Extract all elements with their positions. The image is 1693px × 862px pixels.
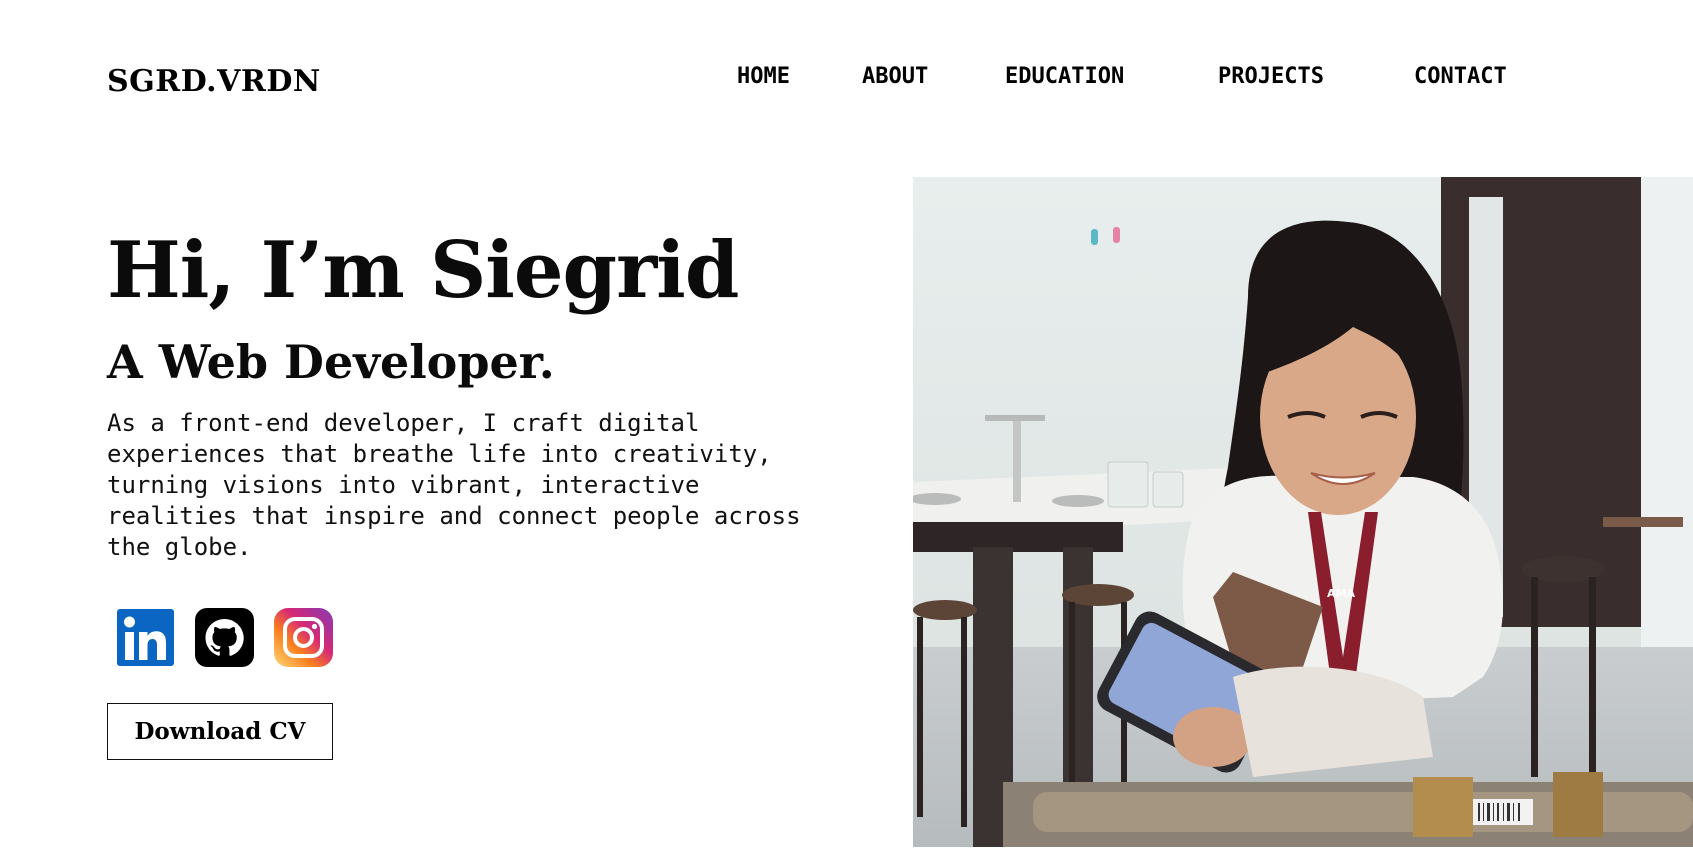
download-cv-button[interactable]: Download CV <box>107 703 333 760</box>
site-logo[interactable]: SGRD.VRDN <box>107 64 321 99</box>
nav-home-link[interactable]: HOME <box>737 64 790 89</box>
hero-title: Hi, I’m Siegrid <box>107 225 739 316</box>
social-links <box>115 607 334 668</box>
instagram-icon[interactable] <box>273 607 334 668</box>
lanyard-text: AMA <box>1327 587 1355 600</box>
hero-subtitle: A Web Developer. <box>107 335 555 389</box>
nav-about-link[interactable]: ABOUT <box>862 64 928 89</box>
github-icon[interactable] <box>194 607 255 668</box>
profile-photo: AMA <box>913 177 1693 847</box>
nav-contact-link[interactable]: CONTACT <box>1414 64 1507 89</box>
nav-education-link[interactable]: EDUCATION <box>1005 64 1124 89</box>
linkedin-icon[interactable] <box>115 607 176 668</box>
nav-projects-link[interactable]: PROJECTS <box>1218 64 1324 89</box>
hero-description: As a front-end developer, I craft digita… <box>107 409 801 561</box>
